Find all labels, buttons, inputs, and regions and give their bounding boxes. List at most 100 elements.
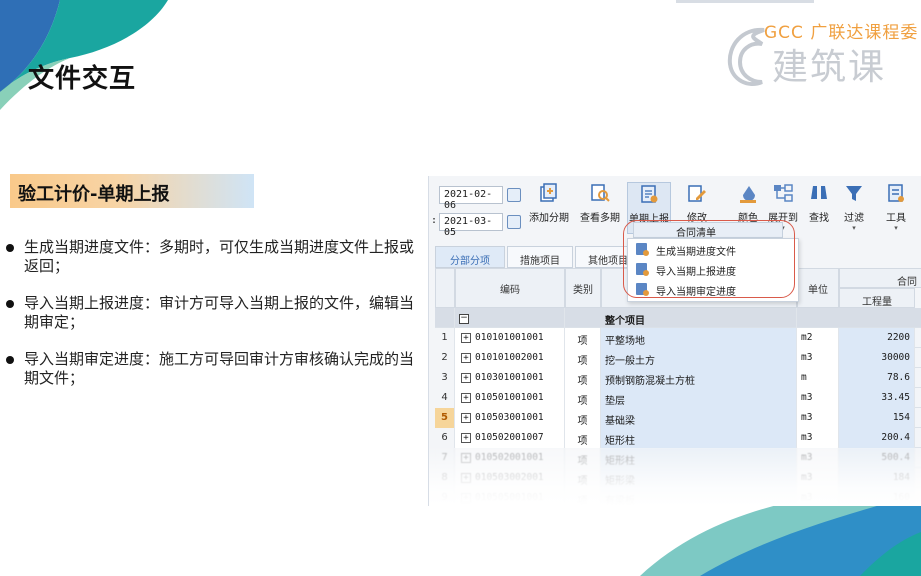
row-number: 3 xyxy=(435,368,455,388)
table-row[interactable]: 3 +010301001001 项预制钢筋混凝土方桩 m 78.6 xyxy=(435,368,921,388)
cell-quantity[interactable]: 78.6 xyxy=(839,368,915,388)
toolbar-button-filter[interactable]: 过滤 ▾ xyxy=(839,182,869,234)
row-number: 6 xyxy=(435,428,455,448)
expand-row-icon[interactable]: + xyxy=(461,433,471,443)
expand-row-icon[interactable]: + xyxy=(461,393,471,403)
view-periods-icon xyxy=(591,184,610,202)
bullet-item: 导入当期上报进度：审计方可导入当期上报的文件，编辑当期审定； xyxy=(0,294,420,332)
single-report-icon xyxy=(641,185,658,203)
table-row[interactable]: 1 +010101001001 项平整场地 m2 2200 xyxy=(435,328,921,348)
bullet-item: 导入当期审定进度：施工方可导回审计方审核确认完成的当期文件； xyxy=(0,350,420,388)
cell-name[interactable]: 基础梁 xyxy=(601,408,797,428)
header-contract: 合同 xyxy=(839,268,921,288)
row-number: 2 xyxy=(435,348,455,368)
group-row-label: 整个项目 xyxy=(601,308,797,328)
color-icon xyxy=(740,186,756,203)
group-collapse[interactable]: − xyxy=(455,308,565,328)
toolbar-label: 查看多期 xyxy=(580,213,620,224)
cell-code[interactable]: +010502001007 xyxy=(455,428,565,448)
cell-quantity[interactable]: 2200 xyxy=(839,328,915,348)
calendar-icon[interactable] xyxy=(507,188,521,202)
cell-quantity[interactable]: 154 xyxy=(839,408,915,428)
expand-row-icon[interactable]: + xyxy=(461,373,471,383)
cell-quantity[interactable]: 200.4 xyxy=(839,428,915,448)
bullet-dot-icon xyxy=(6,300,14,308)
cell-code[interactable]: +010503001001 xyxy=(455,408,565,428)
end-date-field[interactable]: : 2021-03-05 xyxy=(431,213,523,238)
tab-sub-items[interactable]: 分部分项 xyxy=(435,246,505,268)
row-number: 4 xyxy=(435,388,455,408)
group-row-num xyxy=(435,308,455,328)
collapse-icon[interactable]: − xyxy=(459,314,469,324)
bullet-dot-icon xyxy=(6,356,14,364)
cell-name[interactable]: 平整场地 xyxy=(601,328,797,348)
calendar-icon[interactable] xyxy=(507,215,521,229)
cell-quantity[interactable]: 33.45 xyxy=(839,388,915,408)
cell-unit[interactable]: m3 xyxy=(797,348,839,368)
toolbar-label: 查找 xyxy=(809,213,829,224)
menu-item-import-reported-progress[interactable]: 导入当期上报进度 xyxy=(628,259,798,279)
cell-type[interactable]: 项 xyxy=(565,428,601,448)
toolbar-button-find[interactable]: 查找 xyxy=(805,182,833,234)
expand-row-icon[interactable]: + xyxy=(461,333,471,343)
header-unit: 单位 xyxy=(797,268,839,308)
contract-list-selector[interactable]: 合同清单 xyxy=(633,222,783,239)
expand-row-icon[interactable]: + xyxy=(461,413,471,423)
table-row[interactable]: 2 +010101002001 项挖一般土方 m3 30000 xyxy=(435,348,921,368)
code-text: 010101001001 xyxy=(475,332,544,343)
cell-type[interactable]: 项 xyxy=(565,388,601,408)
bullet-dot-icon xyxy=(6,244,14,252)
group-row[interactable]: − 整个项目 xyxy=(435,308,921,328)
date-colon: : xyxy=(431,215,438,226)
code-text: 010503001001 xyxy=(475,412,544,423)
software-screenshot: 2021-02-06 : 2021-03-05 添加分期 查看多期 单期上报 ▾… xyxy=(428,176,921,506)
expand-row-icon[interactable]: + xyxy=(461,353,471,363)
code-text: 010301001001 xyxy=(475,372,544,383)
menu-item-import-approved-progress[interactable]: 导入当期审定进度 xyxy=(628,279,798,299)
cell-name[interactable]: 挖一般土方 xyxy=(601,348,797,368)
cell-code[interactable]: +010501001001 xyxy=(455,388,565,408)
cell-type[interactable]: 项 xyxy=(565,348,601,368)
cell-unit[interactable]: m3 xyxy=(797,408,839,428)
toolbar-button-tools[interactable]: 工具 ▾ xyxy=(879,182,913,234)
cell-quantity[interactable]: 30000 xyxy=(839,348,915,368)
cell-code[interactable]: +010301001001 xyxy=(455,368,565,388)
row-number: 5 xyxy=(435,408,455,428)
cell-unit[interactable]: m xyxy=(797,368,839,388)
cell-unit[interactable]: m3 xyxy=(797,428,839,448)
cell-name[interactable]: 预制钢筋混凝土方桩 xyxy=(601,368,797,388)
toolbar-label: 工具 xyxy=(886,213,906,224)
cell-code[interactable]: +010101002001 xyxy=(455,348,565,368)
cell-unit[interactable]: m3 xyxy=(797,388,839,408)
toolbar-button-add-period[interactable]: 添加分期 xyxy=(527,182,571,234)
start-date-field[interactable]: 2021-02-06 xyxy=(435,186,523,211)
chevron-down-icon: ▾ xyxy=(894,224,898,232)
binoculars-icon xyxy=(811,186,827,199)
page-title: 文件交互 xyxy=(28,64,137,94)
bullet-text: 导入当期上报进度：审计方可导入当期上报的文件，编辑当期审定； xyxy=(24,294,415,331)
menu-item-generate-period-file[interactable]: 生成当期进度文件 xyxy=(628,239,798,259)
table-row[interactable]: 4 +010501001001 项垫层 m3 33.45 xyxy=(435,388,921,408)
table-row[interactable]: 5 +010503001001 项基础梁 m3 154 xyxy=(435,408,921,428)
toolbar-label: 过滤 xyxy=(844,213,864,224)
bullet-item: 生成当期进度文件：多期时，可仅生成当期进度文件上报或返回； xyxy=(0,238,420,276)
cell-name[interactable]: 矩形柱 xyxy=(601,428,797,448)
code-text: 010101002001 xyxy=(475,352,544,363)
table-row[interactable]: 6 +010502001007 项矩形柱 m3 200.4 xyxy=(435,428,921,448)
end-date-input[interactable]: 2021-03-05 xyxy=(439,213,503,238)
tab-measures[interactable]: 措施项目 xyxy=(507,246,573,268)
toolbar-label: 添加分期 xyxy=(529,213,569,224)
cell-code[interactable]: +010101001001 xyxy=(455,328,565,348)
import-icon xyxy=(636,283,649,296)
header-type: 类别 xyxy=(565,268,601,308)
code-text: 010501001001 xyxy=(475,392,544,403)
cell-unit[interactable]: m2 xyxy=(797,328,839,348)
expand-icon xyxy=(774,184,793,202)
cell-type[interactable]: 项 xyxy=(565,368,601,388)
cell-name[interactable]: 垫层 xyxy=(601,388,797,408)
cell-type[interactable]: 项 xyxy=(565,408,601,428)
toolbar-button-view-periods[interactable]: 查看多期 xyxy=(577,182,623,234)
start-date-input[interactable]: 2021-02-06 xyxy=(439,186,503,211)
logo-big-text: 建筑课 xyxy=(772,47,887,88)
cell-type[interactable]: 项 xyxy=(565,328,601,348)
